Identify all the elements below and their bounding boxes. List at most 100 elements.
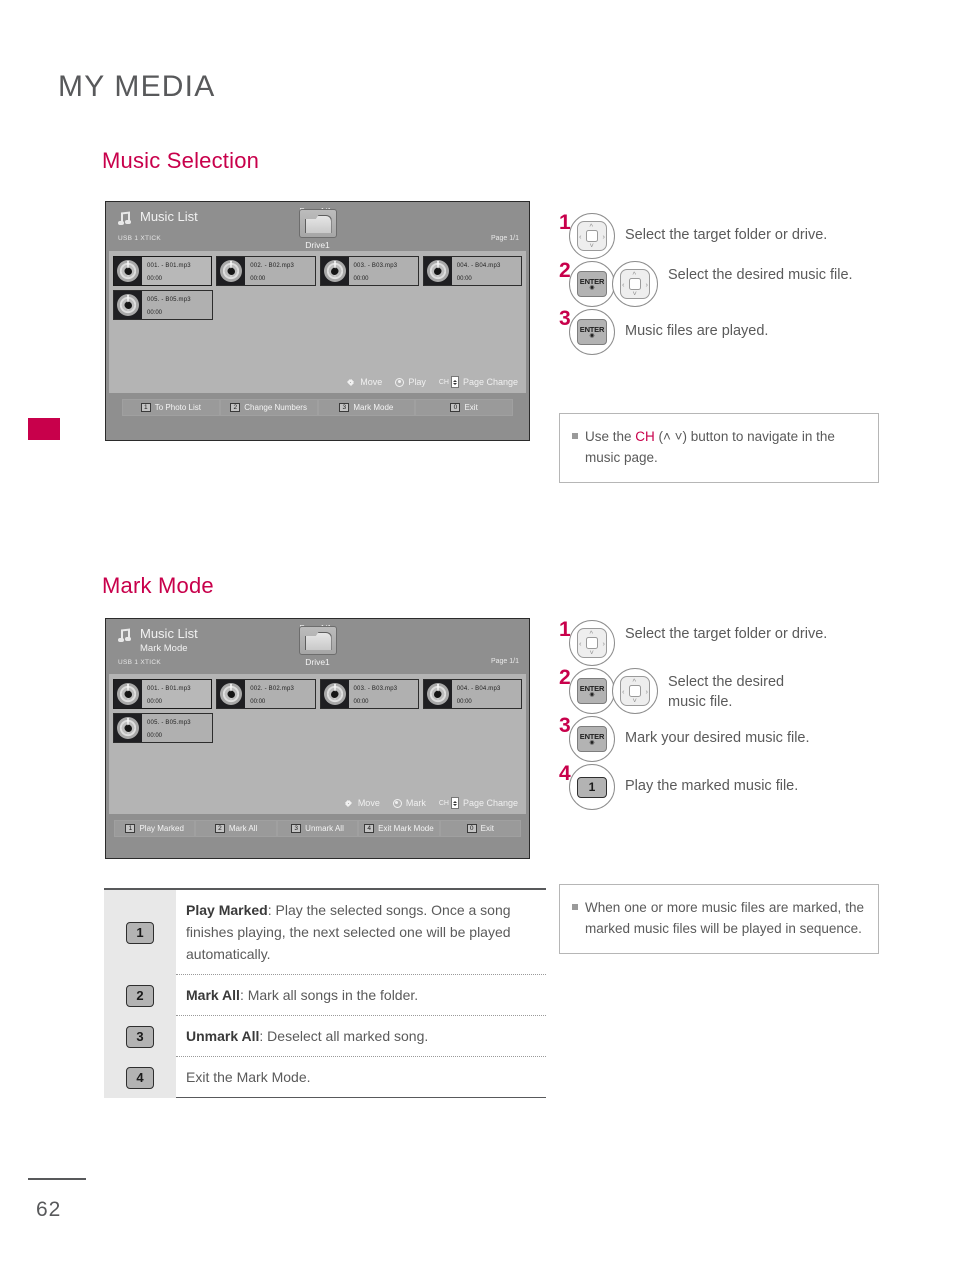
osd-hint-mark: Mark [392, 798, 426, 808]
osd-file-time: 00:00 [456, 276, 472, 282]
osd-file-item[interactable]: 003. - B03.mp3 00:00 [319, 256, 419, 286]
step-row: 1 ^ ˅ ‹ › Select the target folder or driv… [559, 211, 899, 259]
legend-term: Unmark All [186, 1028, 260, 1044]
step-text: Mark your desired music file. [625, 730, 810, 746]
remote-number-1-button[interactable]: 1 [569, 764, 615, 810]
osd-file-item[interactable]: 004. - B04.mp3 00:00 [422, 679, 522, 709]
osd-button-to-photo-list[interactable]: 1 To Photo List [122, 399, 220, 416]
osd-file-item[interactable]: 004. - B04.mp3 00:00 [422, 256, 522, 286]
osd-button-exit-mark-mode[interactable]: 4 Exit Mark Mode [358, 820, 440, 837]
legend-key-cell: 3 [104, 1016, 176, 1057]
remote-enter-button[interactable]: ENTER ◉ [569, 261, 615, 307]
note-box-mark-mode: When one or more music files are marked,… [559, 884, 879, 954]
remote-dpad-button[interactable]: ^ ˅ ‹ › [612, 668, 658, 714]
osd-drive-label: Drive1 [305, 657, 330, 667]
legend-term: Play Marked [186, 902, 268, 918]
keycap: 2 [230, 403, 241, 412]
remote-dpad-button[interactable]: ^ ˅ ‹ › [569, 620, 615, 666]
dpad-icon: ^ ˅ ‹ › [577, 628, 607, 658]
cd-icon [423, 680, 452, 708]
osd-file-item[interactable]: 005. - B05.mp3 00:00 [113, 290, 213, 320]
osd-file-item[interactable]: 005. - B05.mp3 00:00 [113, 713, 213, 743]
bullet-icon [572, 904, 578, 910]
osd-button-bar: 1 Play Marked 2 Mark All 3 Unmark All 4 … [114, 820, 522, 837]
osd-button-unmark-all[interactable]: 3 Unmark All [276, 820, 359, 837]
legend-term: Mark All [186, 987, 240, 1003]
osd-file-item[interactable]: 002. - B02.mp3 00:00 [216, 256, 316, 286]
osd-button-exit[interactable]: 0 Exit [439, 820, 522, 837]
table-row: 3 Unmark All: Deselect all marked song. [104, 1016, 546, 1057]
osd-button-change-numbers[interactable]: 2 Change Numbers [219, 399, 318, 416]
ch-updown-icon: CH [439, 376, 459, 388]
number-key-icon: 2 [126, 984, 154, 1007]
keycap: 1 [125, 824, 136, 833]
osd-file-time: 00:00 [353, 699, 369, 705]
note-text: When one or more music files are marked,… [585, 900, 864, 936]
osd-button-play-marked[interactable]: 1 Play Marked [114, 820, 196, 837]
osd-hint-bar: Move Play CH Page Change [345, 376, 518, 388]
remote-enter-button[interactable]: ENTER ◉ [569, 309, 615, 355]
osd-file-row: 005. - B05.mp3 00:00 [113, 290, 522, 320]
osd-button-exit[interactable]: 0 Exit [415, 399, 513, 416]
osd-button-label: To Photo List [154, 403, 201, 412]
osd-file-row: 001. - B01.mp3 00:00 002. - B02.mp3 00:0… [113, 679, 522, 709]
osd-button-mark-mode[interactable]: 3 Mark Mode [317, 399, 416, 416]
folder-icon [298, 626, 337, 655]
keycap: 1 [140, 403, 151, 412]
osd-drive-block[interactable]: Drive1 [106, 626, 529, 667]
step-row: 3 ENTER ◉ Music files are played. [559, 307, 899, 355]
dpad-icon: ^ ˅ ‹ › [620, 676, 650, 706]
osd-file-time: 00:00 [353, 276, 369, 282]
step-text: Select the target folder or drive. [625, 227, 828, 243]
keycap: 3 [291, 824, 302, 833]
osd-file-name: 001. - B01.mp3 [147, 263, 191, 269]
osd-drive-label: Drive1 [305, 240, 330, 250]
remote-enter-button[interactable]: ENTER ◉ [569, 716, 615, 762]
legend-desc-cell: Exit the Mark Mode. [176, 1057, 546, 1098]
osd-file-grid: 001. - B01.mp3 00:00 002. - B02.mp3 00:0… [109, 251, 526, 393]
step-text: Play the marked music file. [625, 778, 799, 794]
step-number: 4 [559, 762, 571, 785]
osd-hint-move: Move [345, 377, 382, 388]
step-row: 2 ENTER ◉ ^ ˅ ‹ › Select the desired music… [559, 259, 899, 307]
keycap: 3 [339, 403, 350, 412]
ok-dot-icon [395, 377, 405, 387]
legend-desc-cell: Unmark All: Deselect all marked song. [176, 1016, 546, 1057]
osd-page-indicator-right: Page 1/1 [490, 658, 519, 665]
step-row: 2 ENTER ◉ ^ ˅ ‹ › Select the desired music… [559, 666, 899, 714]
step-number: 1 [559, 211, 571, 234]
osd-file-item[interactable]: 001. - B01.mp3 00:00 [113, 679, 213, 709]
osd-button-label: Exit [464, 403, 478, 412]
osd-file-item[interactable]: 001. - B01.mp3 00:00 [113, 256, 213, 286]
keycap: 0 [466, 824, 477, 833]
osd-file-time: 00:00 [250, 276, 266, 282]
cd-icon [114, 291, 142, 319]
legend-key-cell: 2 [104, 975, 176, 1016]
osd-button-mark-all[interactable]: 2 Mark All [195, 820, 277, 837]
osd-file-time: 00:00 [250, 699, 266, 705]
osd-screen-music-list: Page 1/1 Music List USB 1 XTICK Drive1 P… [105, 201, 530, 441]
enter-dot: ◉ [589, 285, 595, 291]
osd-file-row: 001. - B01.mp3 00:00 002. - B02.mp3 00:0… [113, 256, 522, 286]
enter-dot: ◉ [589, 333, 595, 339]
navigation-arrows-icon [343, 798, 354, 809]
remote-dpad-button[interactable]: ^ ˅ ‹ › [612, 261, 658, 307]
remote-enter-button[interactable]: ENTER ◉ [569, 668, 615, 714]
legend-table: 1 Play Marked: Play the selected songs. … [104, 888, 546, 1098]
osd-file-time: 00:00 [147, 310, 163, 316]
osd-file-name: 004. - B04.mp3 [456, 686, 501, 692]
osd-file-item[interactable]: 002. - B02.mp3 00:00 [216, 679, 316, 709]
step-number: 3 [559, 714, 571, 737]
osd-button-label: Unmark All [305, 824, 344, 833]
osd-file-item[interactable]: 003. - B03.mp3 00:00 [319, 679, 419, 709]
note-box-music: Use the CH (˄ ˅) button to navigate in t… [559, 413, 879, 483]
remote-dpad-button[interactable]: ^ ˅ ‹ › [569, 213, 615, 259]
osd-drive-block[interactable]: Drive1 [106, 209, 529, 250]
osd-file-name: 002. - B02.mp3 [250, 686, 295, 692]
osd-file-name: 003. - B03.mp3 [353, 263, 398, 269]
osd-file-name: 001. - B01.mp3 [147, 686, 191, 692]
osd-hint-page-change: CH Page Change [438, 797, 518, 809]
osd-hint-bar: Move Mark CH Page Change [343, 797, 518, 809]
bullet-icon [572, 433, 578, 439]
number-key-icon: 3 [126, 1025, 154, 1048]
